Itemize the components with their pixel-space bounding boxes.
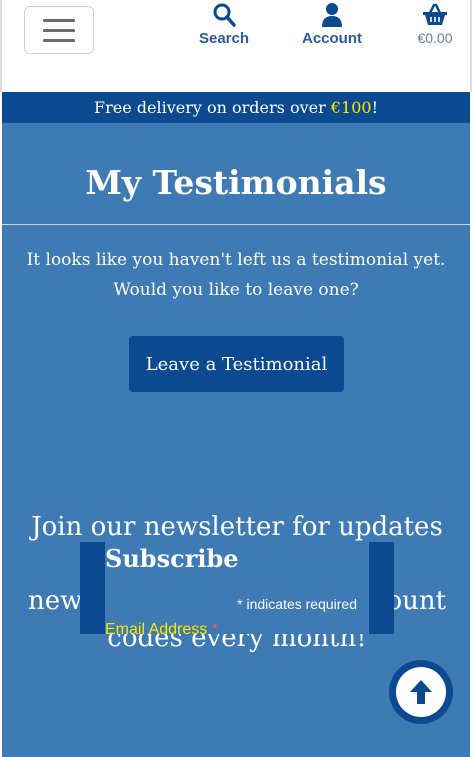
message-line: Would you like to leave one? [113,280,359,300]
user-icon [322,3,342,27]
basket-icon [423,3,447,25]
account-link[interactable]: Account [300,2,364,47]
leave-testimonial-button[interactable]: Leave a Testimonial [129,336,344,392]
subscribe-title: Subscribe [105,544,239,573]
email-required-marker: * [211,621,218,638]
back-to-top-inner [396,667,446,717]
subscribe-form: Subscribe * indicates required Email Add… [80,542,394,638]
delivery-banner: Free delivery on orders over €100! [2,92,470,123]
search-link[interactable]: Search [198,2,250,47]
hamburger-icon [43,18,75,22]
hamburger-icon-bar [43,28,75,32]
required-text: indicates required [242,596,357,612]
page-title: My Testimonials [85,163,387,202]
banner-text: Free delivery on orders over [94,98,331,117]
search-label: Search [198,30,250,47]
basket-total: €0.00 [417,30,453,46]
site-header: Search Account €0.00 [0,0,472,92]
back-to-top-button[interactable] [389,660,453,724]
arrow-up-icon [410,680,432,704]
divider [2,224,470,225]
search-icon [213,3,236,27]
account-label: Account [302,30,362,47]
hamburger-menu-button[interactable] [24,6,94,54]
message-line: It looks like you haven't left us a test… [26,250,446,270]
basket-link[interactable]: €0.00 [412,2,458,46]
no-testimonial-message: It looks like you haven't left us a test… [2,245,470,305]
required-note: * indicates required [237,596,357,612]
banner-text-end: ! [371,98,378,117]
email-label: Email Address * [105,621,218,639]
email-label-text: Email Address [105,621,212,638]
banner-highlight: €100 [330,98,372,117]
main-content: My Testimonials It looks like you haven'… [2,123,470,757]
hamburger-icon-bar [43,38,75,42]
